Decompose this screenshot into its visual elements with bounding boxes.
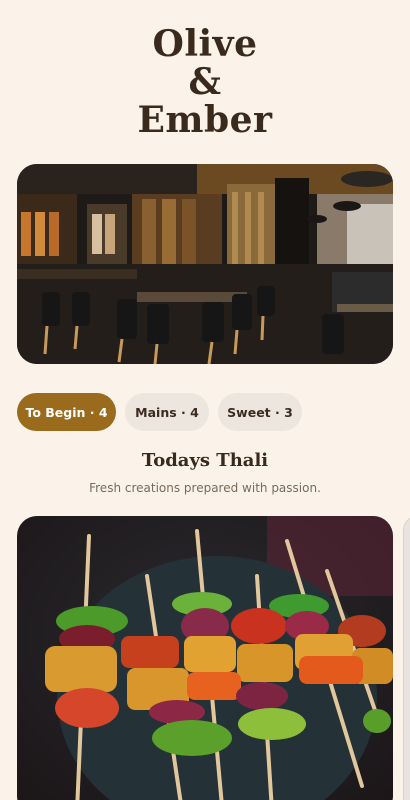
brand-line-3: Ember <box>137 99 273 141</box>
tab-mains[interactable]: Mains · 4 <box>125 393 209 431</box>
app-screen: Olive & Ember To Begin · 4 Mains · 4 Swe… <box>0 0 410 800</box>
next-dish-card[interactable] <box>403 516 410 800</box>
tab-sweet[interactable]: Sweet · 3 <box>218 393 302 431</box>
restaurant-name: Olive & Ember <box>0 26 410 138</box>
menu-category-tabs: To Begin · 4 Mains · 4 Sweet · 3 <box>17 393 302 431</box>
brand-ampersand: & <box>188 61 222 103</box>
restaurant-interior-photo <box>17 164 393 364</box>
dish-card-image[interactable] <box>17 516 393 800</box>
tab-to-begin[interactable]: To Begin · 4 <box>17 393 116 431</box>
section-subtitle: Fresh creations prepared with passion. <box>89 481 321 495</box>
section-title: Todays Thali <box>141 450 269 471</box>
brand-line-1: Olive <box>152 23 258 65</box>
